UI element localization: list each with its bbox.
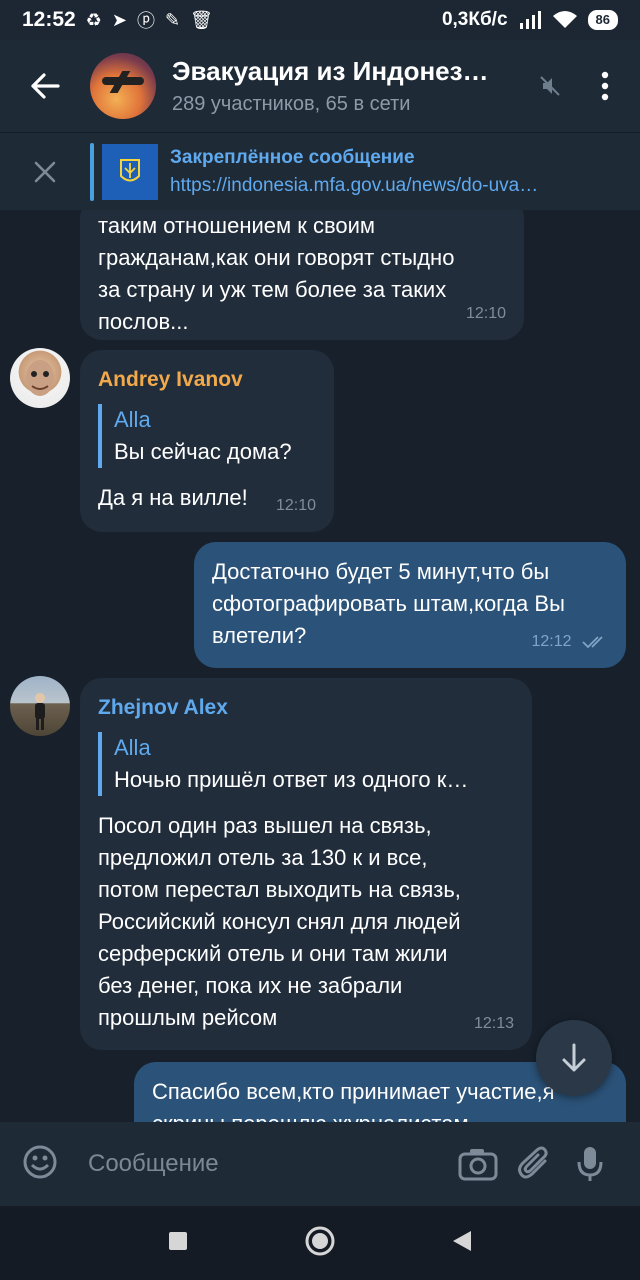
coat-of-arms-icon bbox=[120, 158, 140, 181]
notification-icons: ♻ ➤ ⓟ ✎ 🗑 bbox=[86, 7, 213, 33]
muted-icon bbox=[530, 75, 570, 97]
trash-icon: 🗑 bbox=[190, 9, 213, 30]
message-input[interactable] bbox=[88, 1150, 450, 1178]
more-vertical-icon bbox=[601, 71, 609, 101]
status-bar: 12:52 ♻ ➤ ⓟ ✎ 🗑 0,3Кб/с 86 bbox=[0, 0, 640, 40]
cleaner-icon: ✎ bbox=[164, 9, 181, 30]
message-text: Спасибо всем,кто принимает участие,я скр… bbox=[152, 1079, 555, 1122]
channel-avatar[interactable] bbox=[90, 53, 156, 119]
camera-icon bbox=[458, 1149, 498, 1181]
more-menu-button[interactable] bbox=[570, 71, 640, 101]
back-button[interactable] bbox=[0, 40, 90, 132]
chat-header: Эвакуация из Индонез… 289 участников, 65… bbox=[0, 40, 640, 132]
voice-button[interactable] bbox=[562, 1145, 618, 1183]
sender-name[interactable]: Andrey Ivanov bbox=[98, 364, 316, 396]
battery-indicator: 86 bbox=[587, 10, 618, 30]
message-bubble[interactable]: таким отношением к своим гражданам,как о… bbox=[80, 210, 524, 340]
emoji-button[interactable] bbox=[22, 1144, 58, 1185]
microphone-icon bbox=[577, 1147, 603, 1181]
reply-preview[interactable]: Alla Ночью пришёл ответ из одного к… bbox=[98, 732, 514, 796]
message-bubble[interactable]: Достаточно будет 5 минут,что бы сфотогра… bbox=[194, 542, 626, 668]
wifi-icon bbox=[552, 11, 577, 28]
message-input-bar bbox=[0, 1122, 640, 1206]
sender-name[interactable]: Zhejnov Alex bbox=[98, 692, 514, 724]
signal-icon bbox=[519, 11, 541, 29]
camera-button[interactable] bbox=[450, 1147, 506, 1181]
reply-text: Ночью пришёл ответ из одного к… bbox=[114, 767, 469, 792]
reply-author: Alla bbox=[114, 735, 151, 760]
net-speed: 0,3Кб/с bbox=[441, 9, 508, 30]
message-text: Посол один раз вышел на связь, предложил… bbox=[98, 813, 461, 1030]
read-checkmarks-icon bbox=[582, 636, 603, 649]
reply-preview[interactable]: Alla Вы сейчас дома? bbox=[98, 404, 316, 468]
chat-title: Эвакуация из Индонез… bbox=[172, 56, 489, 86]
close-pinned-button[interactable] bbox=[0, 161, 90, 183]
scroll-down-button[interactable] bbox=[536, 1020, 612, 1096]
pinned-label: Закреплённое сообщение bbox=[170, 146, 415, 168]
avatar[interactable] bbox=[10, 676, 70, 736]
avatar[interactable] bbox=[10, 348, 70, 408]
pinned-thumbnail bbox=[102, 143, 158, 200]
close-icon bbox=[34, 161, 56, 182]
arrow-down-icon bbox=[562, 1043, 586, 1072]
message-time: 12:13 bbox=[473, 1015, 514, 1032]
reply-text: Вы сейчас дома? bbox=[114, 439, 292, 464]
back-nav-button[interactable] bbox=[451, 1229, 473, 1258]
chat-title-area[interactable]: Эвакуация из Индонез… 289 участников, 65… bbox=[172, 56, 530, 116]
square-icon bbox=[169, 1231, 188, 1250]
chat-subtitle: 289 участников, 65 в сети bbox=[172, 93, 411, 115]
paperclip-icon bbox=[518, 1146, 548, 1179]
triangle-back-icon bbox=[452, 1230, 471, 1251]
arrow-left-icon bbox=[31, 73, 60, 99]
pinned-indicator bbox=[90, 142, 94, 201]
message-text: таким отношением к своим гражданам,как о… bbox=[98, 213, 455, 334]
person-photo bbox=[26, 360, 54, 396]
recents-button[interactable] bbox=[167, 1230, 189, 1257]
message-bubble[interactable]: Zhejnov Alex Alla Ночью пришёл ответ из … bbox=[80, 678, 532, 1050]
reply-author: Alla bbox=[114, 407, 151, 432]
status-time: 12:52 bbox=[22, 8, 76, 31]
recycle-icon: ♻ bbox=[85, 9, 102, 30]
message-bubble[interactable]: Andrey Ivanov Alla Вы сейчас дома? Да я … bbox=[80, 350, 334, 532]
pinned-url[interactable]: https://indonesia.mfa.gov.ua/news/do-uva… bbox=[170, 175, 538, 197]
message-time: 12:12 bbox=[532, 626, 609, 658]
emoji-icon bbox=[23, 1145, 57, 1178]
home-button[interactable] bbox=[304, 1225, 336, 1262]
message-time: 12:10 bbox=[465, 305, 506, 322]
person-photo bbox=[35, 693, 45, 730]
system-navigation-bar bbox=[0, 1206, 640, 1280]
message-time: 12:10 bbox=[275, 497, 316, 514]
telegram-icon: ➤ bbox=[111, 9, 127, 30]
pinterest-icon: ⓟ bbox=[136, 11, 155, 31]
pinned-message-bar[interactable]: Закреплённое сообщение https://indonesia… bbox=[0, 132, 640, 210]
message-list[interactable]: таким отношением к своим гражданам,как о… bbox=[0, 210, 640, 1122]
circle-icon bbox=[305, 1226, 335, 1255]
attach-button[interactable] bbox=[506, 1146, 562, 1182]
